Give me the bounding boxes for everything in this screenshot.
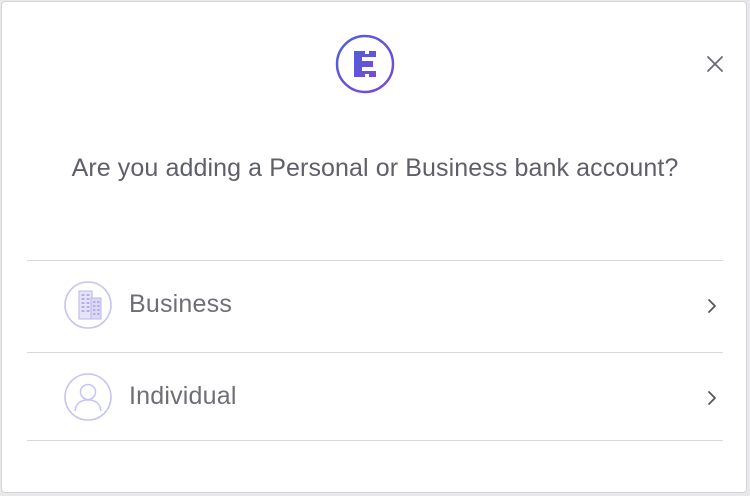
user-avatar-icon bbox=[64, 373, 112, 421]
modal-title: Are you adding a Personal or Business ba… bbox=[71, 154, 679, 182]
close-icon[interactable] bbox=[702, 51, 728, 77]
brand-logo-icon bbox=[335, 34, 395, 94]
chevron-right-icon bbox=[708, 391, 716, 405]
business-label: Business bbox=[129, 290, 233, 318]
individual-option[interactable]: Individual bbox=[27, 352, 723, 441]
business-option[interactable]: Business bbox=[27, 260, 723, 352]
building-icon bbox=[64, 281, 112, 329]
chevron-right-icon bbox=[708, 299, 716, 313]
account-type-modal: Are you adding a Personal or Business ba… bbox=[1, 1, 747, 493]
account-type-list: Business Individual bbox=[27, 260, 723, 441]
individual-label: Individual bbox=[129, 382, 237, 410]
